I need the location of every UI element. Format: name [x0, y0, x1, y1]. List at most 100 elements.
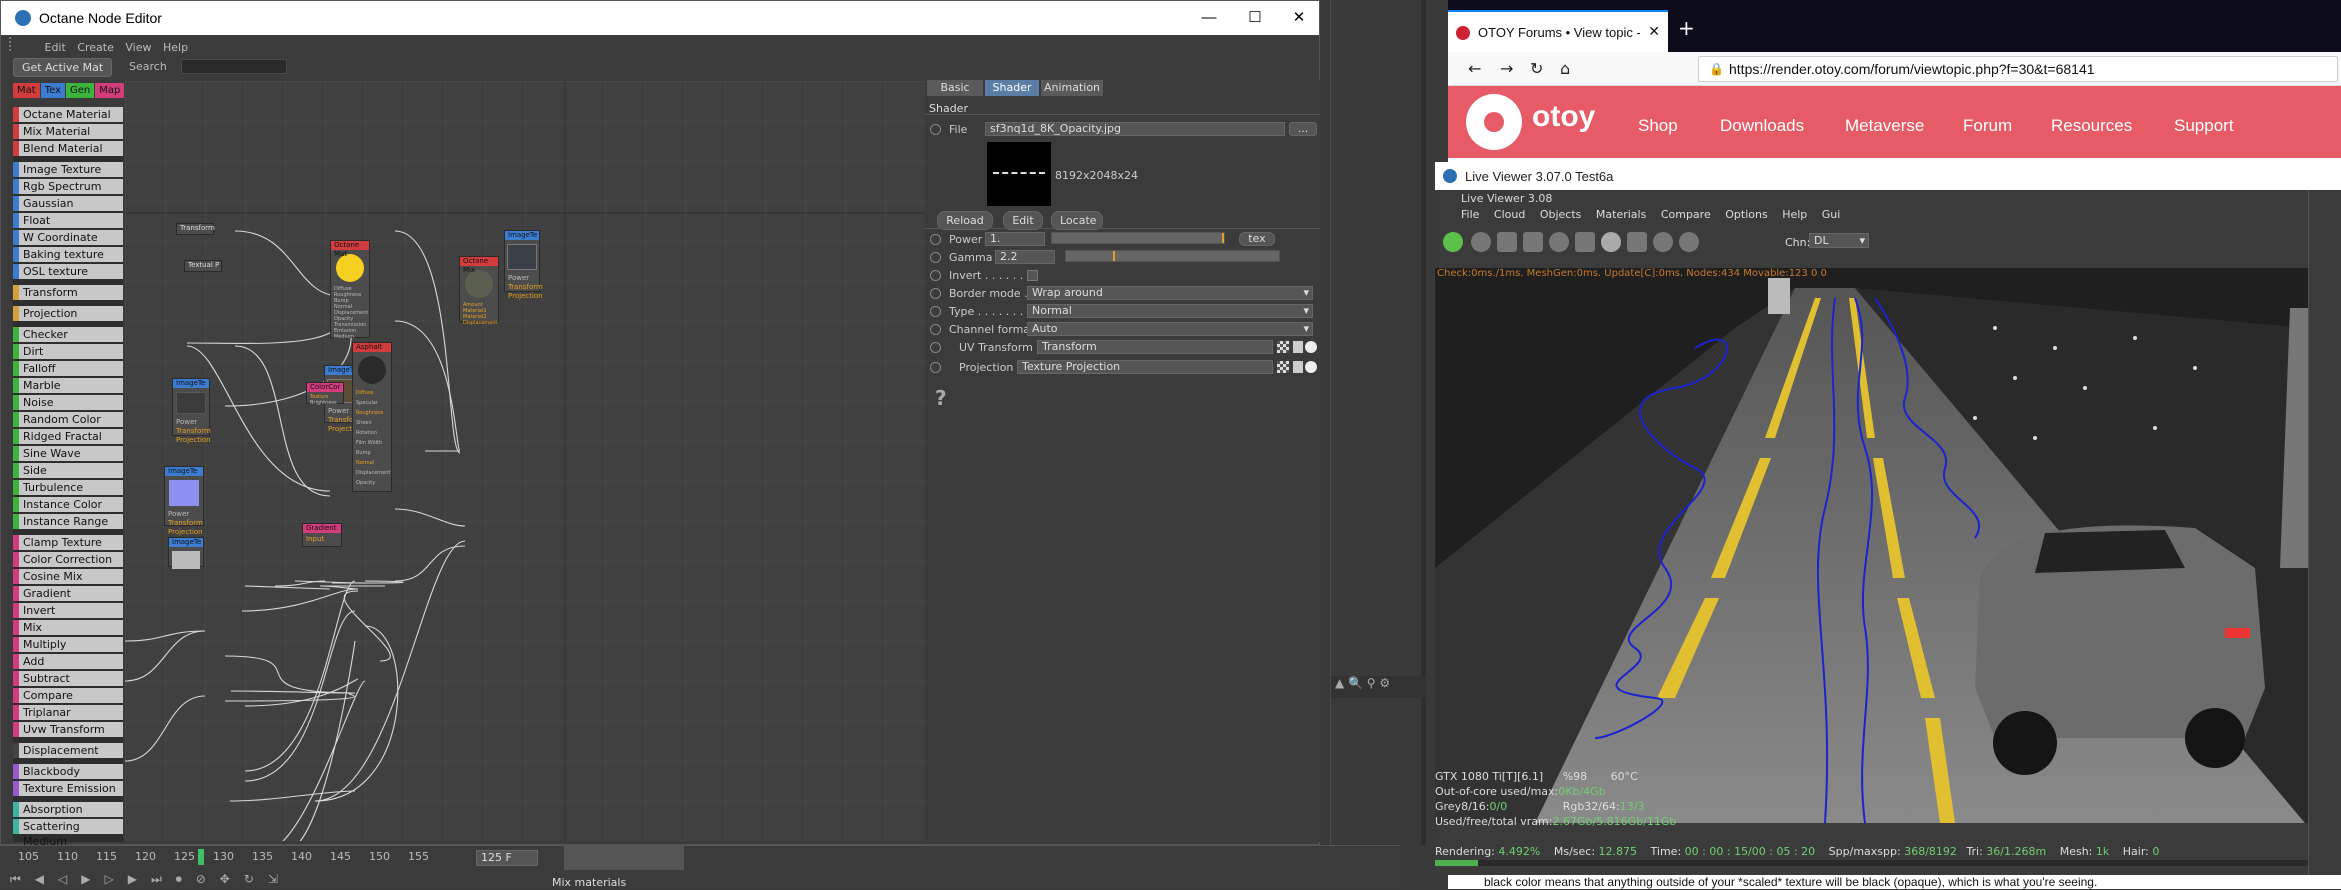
home-icon[interactable]: ⌂ — [1560, 59, 1570, 78]
node-list-item[interactable]: Sine Wave — [13, 446, 123, 461]
node-asphalt[interactable]: Asphalt Diffuse Specular Roughness Sheen… — [352, 342, 392, 492]
lock-icon[interactable] — [1575, 232, 1595, 252]
restart-icon[interactable] — [1471, 232, 1491, 252]
tab-basic[interactable]: Basic — [927, 80, 983, 96]
pin[interactable]: Projection — [508, 292, 543, 301]
pin[interactable]: Brightness — [310, 400, 340, 406]
file-path-field[interactable]: sf3nq1d_8K_Opacity.jpg — [985, 122, 1285, 136]
live-viewer-side-panel[interactable] — [2308, 190, 2341, 875]
pin[interactable]: Power — [168, 510, 200, 519]
node-list-item[interactable]: Ridged Fractal — [13, 429, 123, 444]
node-list-item[interactable]: Mix — [13, 620, 123, 635]
pin[interactable]: Roughness — [356, 408, 388, 418]
node-list-item[interactable]: Mix Material — [13, 124, 123, 139]
node-list-item[interactable]: Baking texture — [13, 247, 123, 262]
node-list-item[interactable]: Blackbody Emission — [13, 764, 123, 793]
nav-downloads[interactable]: Downloads — [1720, 116, 1804, 136]
new-tab-icon[interactable]: + — [1678, 16, 1695, 40]
node-list-item[interactable]: Invert — [13, 603, 123, 618]
close-tab-icon[interactable]: ✕ — [1648, 23, 1660, 40]
nav-shop[interactable]: Shop — [1638, 116, 1678, 136]
pin[interactable]: Bump — [356, 448, 388, 458]
pick-material-icon[interactable] — [1679, 232, 1699, 252]
forward-icon[interactable]: → — [1500, 59, 1513, 78]
menu-help[interactable]: Help — [163, 41, 188, 54]
node-list-item[interactable]: Compare — [13, 688, 123, 703]
node-imagetex-bottom[interactable]: ImageTe — [168, 537, 204, 569]
get-active-mat-button[interactable]: Get Active Mat — [13, 58, 113, 77]
lv-menu-help[interactable]: Help — [1782, 208, 1807, 221]
pin[interactable]: Transform — [168, 519, 203, 528]
panel-divider[interactable] — [1421, 0, 1426, 845]
node-list-item[interactable]: OSL texture — [13, 264, 123, 279]
node-list-item[interactable]: Octane Material — [13, 107, 123, 122]
type-dropdown[interactable]: Normal — [1027, 304, 1313, 318]
node-list-item[interactable]: Blend Material — [13, 141, 123, 156]
pin[interactable]: Sheen — [356, 418, 388, 428]
lv-menu-file[interactable]: File — [1461, 208, 1479, 221]
file-browse-button[interactable]: ... — [1289, 122, 1317, 136]
node-list-item[interactable]: Turbulence — [13, 480, 123, 495]
border-anim-radio[interactable] — [930, 288, 941, 299]
pause-icon[interactable] — [1497, 232, 1517, 252]
node-imagetex-blue[interactable]: ImageTe Power Transform Projection — [164, 466, 204, 536]
expand-icon[interactable] — [1293, 361, 1303, 373]
node-colorcorrection[interactable]: ColorCor Texture Brightness — [306, 382, 344, 406]
projection-anim-radio[interactable] — [930, 362, 941, 373]
current-frame-field[interactable]: 125 F — [476, 850, 538, 866]
lv-menu-objects[interactable]: Objects — [1540, 208, 1582, 221]
channel-dropdown[interactable]: DL — [1809, 233, 1869, 248]
node-texture-projection[interactable]: Textual P — [184, 260, 222, 272]
node-list-item[interactable]: Side — [13, 463, 123, 478]
checker-icon[interactable] — [1277, 361, 1289, 373]
pin[interactable]: Diffuse — [356, 388, 388, 398]
pin[interactable]: Projection — [176, 436, 211, 445]
nav-resources[interactable]: Resources — [2051, 116, 2132, 136]
category-chip-gen[interactable]: Gen — [66, 83, 95, 98]
channel-anim-radio[interactable] — [930, 324, 941, 335]
node-list-item[interactable]: Clamp Texture — [13, 535, 123, 550]
node-imagetex-low[interactable]: ImageTe Power Transform Projection — [172, 378, 211, 444]
tab-shader[interactable]: Shader — [985, 80, 1039, 96]
lv-menu-materials[interactable]: Materials — [1596, 208, 1646, 221]
pin[interactable]: Transform — [176, 427, 211, 436]
pin[interactable]: Transform — [508, 283, 543, 292]
category-chip-tex[interactable]: Tex — [40, 83, 65, 98]
menu-view[interactable]: View — [125, 41, 151, 54]
pin[interactable]: Projection — [168, 528, 203, 537]
node-transform[interactable]: Transform — [176, 223, 215, 235]
settings-gear-icon[interactable] — [1549, 232, 1569, 252]
lv-menu-options[interactable]: Options — [1725, 208, 1767, 221]
node-list-item[interactable]: Noise — [13, 395, 123, 410]
invert-checkbox[interactable] — [1027, 270, 1038, 281]
pin[interactable]: Normal — [356, 458, 388, 468]
region-icon[interactable] — [1523, 232, 1543, 252]
nav-metaverse[interactable]: Metaverse — [1845, 116, 1924, 136]
uv-transform-link[interactable]: Transform — [1037, 340, 1273, 354]
search-input[interactable] — [181, 59, 287, 74]
lv-menu-gui[interactable]: Gui — [1822, 208, 1841, 221]
remove-link-icon[interactable] — [1305, 361, 1317, 373]
power-tex-button[interactable]: tex — [1239, 232, 1275, 246]
url-bar[interactable]: 🔒 https://render.otoy.com/forum/viewtopi… — [1698, 56, 2338, 82]
node-list-item[interactable]: Triplanar — [13, 705, 123, 720]
node-list-item[interactable]: Displacement — [13, 743, 123, 758]
pin[interactable]: Specular — [356, 398, 388, 408]
node-list-item[interactable]: Image Texture — [13, 162, 123, 177]
menu-edit[interactable]: Edit — [45, 41, 66, 54]
node-list-item[interactable]: Texture Emission — [13, 781, 123, 796]
pick-focus-icon[interactable] — [1653, 232, 1673, 252]
pin[interactable]: Film Width — [356, 438, 388, 448]
node-list-item[interactable]: Dirt — [13, 344, 123, 359]
material-ball-icon[interactable] — [1601, 232, 1621, 252]
checker-icon[interactable] — [1277, 341, 1289, 353]
render-view[interactable] — [1435, 268, 2308, 823]
clay-mode-icon[interactable] — [1627, 232, 1647, 252]
node-list-item[interactable]: Float — [13, 213, 123, 228]
pin[interactable]: Medium — [334, 334, 366, 340]
lv-menu-compare[interactable]: Compare — [1661, 208, 1711, 221]
reload-icon[interactable]: ↻ — [1530, 59, 1543, 78]
category-chip-map[interactable]: Map — [95, 83, 125, 98]
playhead[interactable] — [198, 849, 204, 865]
node-list-item[interactable]: Subtract — [13, 671, 123, 686]
